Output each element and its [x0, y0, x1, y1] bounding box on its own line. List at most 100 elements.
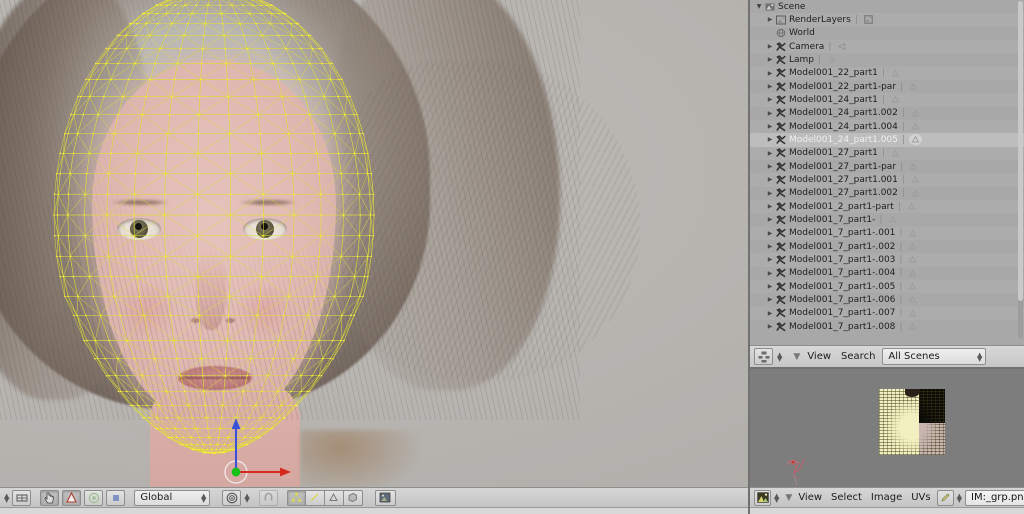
- outliner-row[interactable]: ▼ Scene: [750, 0, 1024, 13]
- outliner-row[interactable]: ▶ Model001_27_part1-par |: [750, 160, 1024, 173]
- disclosure-triangle-closed-icon[interactable]: ▶: [765, 83, 775, 90]
- outliner-row[interactable]: ▶ Model001_7_part1-.005 |: [750, 279, 1024, 294]
- outliner-row-selected[interactable]: ▶ Model001_24_part1.005 |: [750, 133, 1024, 147]
- disclosure-triangle-closed-icon[interactable]: ▶: [765, 123, 775, 130]
- uv-image-editor-header[interactable]: ▲ ▼ ▼ View Select Image UVs ▲ ▼ IM:_grp.pn…: [750, 487, 1024, 507]
- disclosure-triangle-closed-icon[interactable]: ▶: [765, 150, 775, 157]
- pivot-median-point-icon[interactable]: [222, 489, 242, 506]
- manipulator-rotate-icon[interactable]: [84, 489, 104, 506]
- outliner-scrollbar[interactable]: [1018, 1, 1023, 339]
- mesh-icon[interactable]: [906, 321, 919, 332]
- disclosure-triangle-closed-icon[interactable]: ▶: [765, 296, 775, 303]
- uv-menu-image[interactable]: Image: [868, 492, 905, 503]
- mesh-icon[interactable]: [906, 268, 919, 279]
- outliner-row[interactable]: ▶ Model001_7_part1-.004 |: [750, 267, 1024, 280]
- disclosure-triangle-closed-icon[interactable]: ▶: [765, 43, 775, 50]
- disclosure-triangle-closed-icon[interactable]: ▶: [765, 136, 775, 143]
- mesh-icon[interactable]: [909, 108, 922, 119]
- mesh-icon[interactable]: [889, 94, 902, 105]
- mesh-icon[interactable]: [906, 228, 919, 239]
- disclosure-triangle-closed-icon[interactable]: ▶: [765, 243, 775, 250]
- uv-menu-uvs[interactable]: UVs: [908, 492, 933, 503]
- mesh-icon[interactable]: [909, 174, 922, 185]
- outliner-row[interactable]: ▶ Model001_27_part1.001 |: [750, 173, 1024, 187]
- outliner-row[interactable]: ▶ Camera |: [750, 39, 1024, 54]
- outliner-row[interactable]: ▶ Model001_7_part1- |: [750, 213, 1024, 226]
- transform-cursor-icon[interactable]: [40, 489, 60, 506]
- outliner-menu-search[interactable]: Search: [838, 351, 878, 362]
- outliner-row[interactable]: ▶ Model001_2_part1-part |: [750, 199, 1024, 214]
- brush-arrows[interactable]: ▲ ▼: [957, 492, 962, 503]
- disclosure-triangle-closed-icon[interactable]: ▶: [765, 176, 775, 183]
- 3d-view-editor-type-icon[interactable]: [12, 489, 32, 506]
- disclosure-triangle-closed-icon[interactable]: ▶: [765, 163, 775, 170]
- mesh-icon[interactable]: [906, 254, 919, 265]
- manipulator-scale-icon[interactable]: [106, 489, 126, 506]
- outliner-row[interactable]: ▶ Model001_24_part1 |: [750, 93, 1024, 107]
- disclosure-triangle-closed-icon[interactable]: ▶: [765, 56, 775, 63]
- mesh-icon[interactable]: [886, 214, 899, 225]
- outliner-row[interactable]: World: [750, 27, 1024, 40]
- mesh-icon[interactable]: [909, 121, 922, 132]
- edge-select-icon[interactable]: [305, 489, 325, 506]
- editor-type-arrows[interactable]: ▲ ▼: [4, 492, 9, 503]
- disclosure-triangle-closed-icon[interactable]: ▶: [765, 256, 775, 263]
- outliner-row[interactable]: ▶ RenderLayers |: [750, 13, 1024, 27]
- outliner-row[interactable]: ▶ Model001_22_part1-par |: [750, 80, 1024, 93]
- pivot-arrows[interactable]: ▲ ▼: [244, 492, 249, 503]
- outliner-collapse-icon[interactable]: ▼: [793, 352, 800, 361]
- disclosure-triangle-closed-icon[interactable]: ▶: [765, 70, 775, 77]
- outliner-row[interactable]: ▶ Model001_22_part1 |: [750, 66, 1024, 80]
- uv-collapse-icon[interactable]: ▼: [785, 493, 792, 502]
- 3d-viewport[interactable]: [0, 0, 748, 487]
- outliner-editor-type-icon[interactable]: [754, 348, 773, 365]
- outliner-row[interactable]: ▶ Model001_7_part1-.002 |: [750, 240, 1024, 253]
- camera-icon[interactable]: [835, 41, 848, 52]
- snap-magnet-icon[interactable]: [258, 489, 278, 506]
- disclosure-triangle-closed-icon[interactable]: ▶: [765, 190, 775, 197]
- disclosure-triangle-closed-icon[interactable]: ▶: [765, 310, 775, 317]
- outliner-menu-view[interactable]: View: [804, 351, 834, 362]
- outliner-row[interactable]: ▶ Model001_27_part1 |: [750, 146, 1024, 160]
- texture-shading-icon[interactable]: [374, 489, 396, 506]
- disclosure-triangle-closed-icon[interactable]: ▶: [765, 16, 775, 23]
- disclosure-triangle-open-icon[interactable]: ▼: [754, 3, 764, 10]
- mesh-icon[interactable]: [889, 68, 902, 79]
- uv-image-editor[interactable]: [750, 369, 1024, 487]
- uv-menu-select[interactable]: Select: [828, 492, 865, 503]
- outliner-row[interactable]: ▶ Model001_7_part1-.006 |: [750, 293, 1024, 306]
- renderlayer-icon[interactable]: [862, 14, 875, 25]
- uv-menu-view[interactable]: View: [795, 492, 825, 503]
- uv-image-editor-type-icon[interactable]: [754, 489, 771, 506]
- outliner-display-mode-dropdown[interactable]: All Scenes ▲ ▼: [882, 348, 987, 365]
- outliner-editor-type-arrows[interactable]: ▲ ▼: [777, 351, 782, 362]
- outliner-editor[interactable]: ▼ Scene ▶ RenderLayers | World ▶ Camera | ▶ Lamp | ▶…: [750, 0, 1024, 345]
- disclosure-triangle-closed-icon[interactable]: ▶: [765, 270, 775, 277]
- disclosure-triangle-closed-icon[interactable]: ▶: [765, 323, 775, 330]
- outliner-row[interactable]: ▶ Model001_7_part1-.007 |: [750, 306, 1024, 320]
- lamp-icon[interactable]: [825, 54, 838, 65]
- mesh-icon[interactable]: [906, 308, 919, 319]
- mesh-icon[interactable]: [909, 188, 922, 199]
- outliner-header[interactable]: ▲ ▼ ▼ View Search All Scenes ▲ ▼: [750, 345, 1024, 367]
- disclosure-triangle-closed-icon[interactable]: ▶: [765, 283, 775, 290]
- 3d-view-header[interactable]: ▲ ▼ Global ▲ ▼ ▲ ▼: [0, 487, 748, 507]
- disclosure-triangle-closed-icon[interactable]: ▶: [765, 203, 775, 210]
- mesh-icon[interactable]: [906, 294, 919, 305]
- vertex-select-icon[interactable]: [286, 489, 306, 506]
- disclosure-triangle-closed-icon[interactable]: ▶: [765, 216, 775, 223]
- disclosure-triangle-closed-icon[interactable]: ▶: [765, 96, 775, 103]
- outliner-row[interactable]: ▶ Model001_27_part1.002 |: [750, 187, 1024, 200]
- mesh-icon[interactable]: [889, 148, 902, 159]
- manipulator-translate-icon[interactable]: [62, 489, 82, 506]
- mesh-icon[interactable]: [905, 201, 918, 212]
- mesh-select-mode-group[interactable]: [286, 489, 363, 506]
- outliner-row[interactable]: ▶ Model001_7_part1-.008 |: [750, 320, 1024, 333]
- outliner-row[interactable]: ▶ Model001_24_part1.004 |: [750, 119, 1024, 134]
- brush-icon[interactable]: [936, 489, 954, 506]
- outliner-row[interactable]: ▶ Lamp |: [750, 53, 1024, 66]
- transform-orientation-dropdown[interactable]: Global ▲ ▼: [134, 489, 211, 506]
- disclosure-triangle-closed-icon[interactable]: ▶: [765, 110, 775, 117]
- mesh-icon[interactable]: [906, 241, 919, 252]
- outliner-row[interactable]: ▶ Model001_24_part1.002 |: [750, 107, 1024, 120]
